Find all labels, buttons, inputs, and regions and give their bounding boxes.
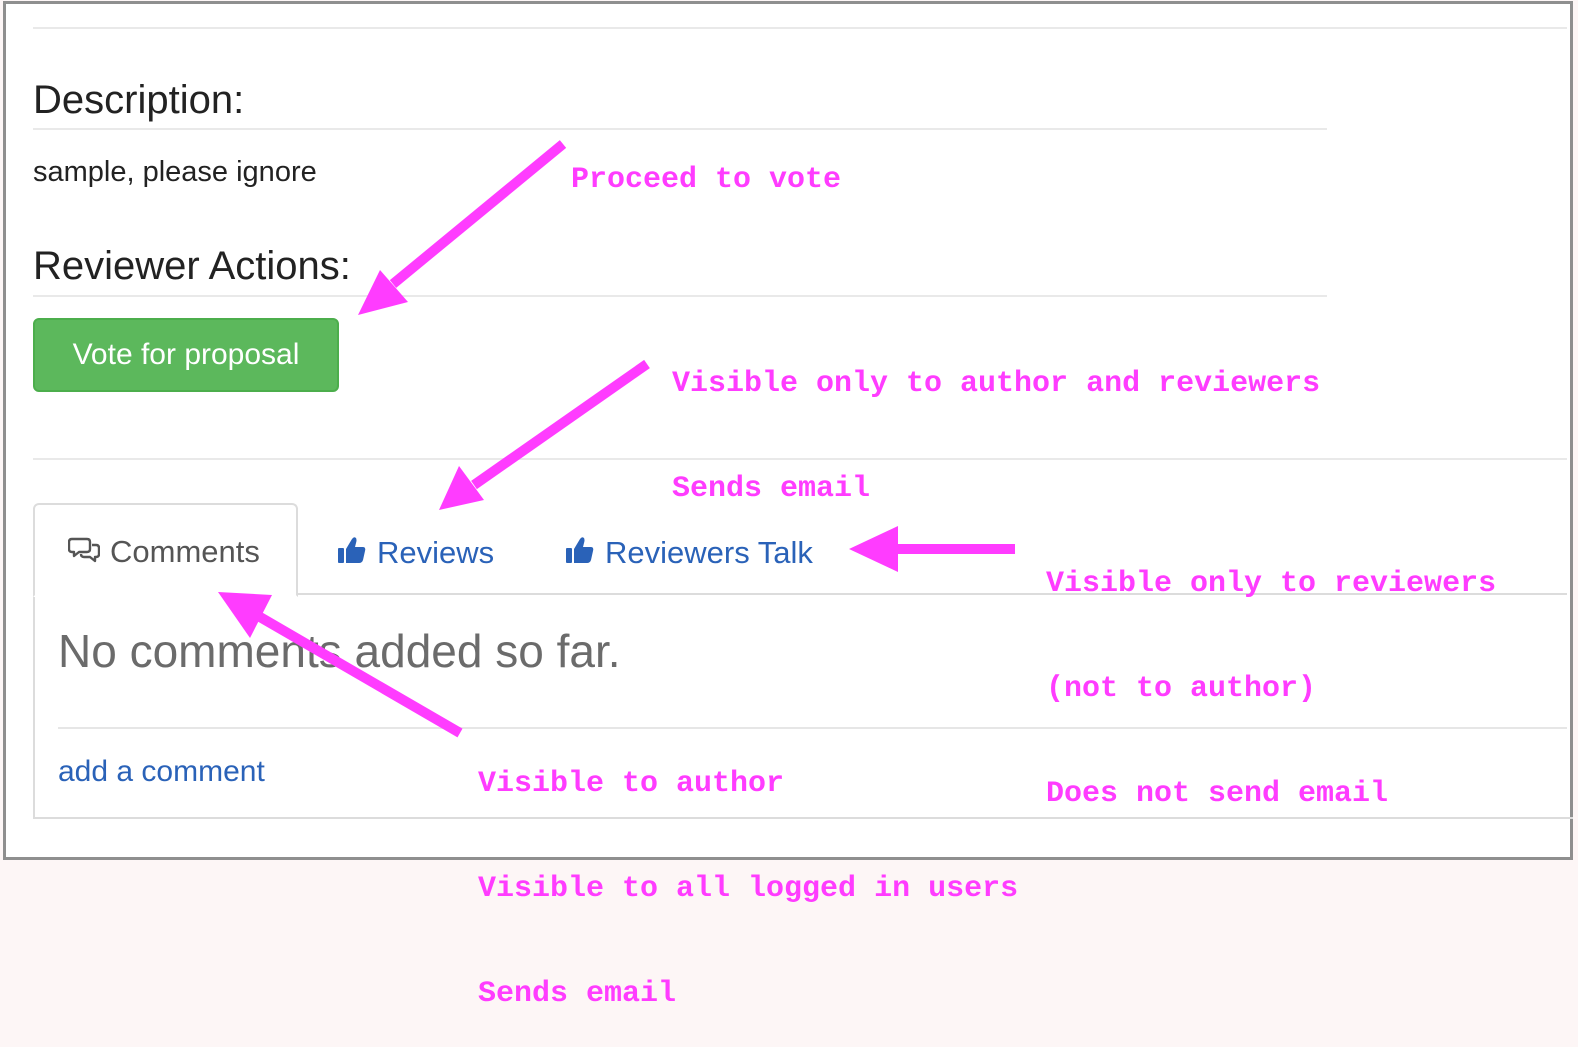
annotation-reviewers-talk: Visible only to reviewers (not to author… xyxy=(1046,497,1496,847)
description-heading: Description: xyxy=(33,78,245,122)
annotation-line: Does not send email xyxy=(1046,777,1389,811)
tab-reviews[interactable]: Reviews xyxy=(337,535,494,570)
annotation-line: Sends email xyxy=(478,977,677,1011)
annotation-line: Visible to all logged in users xyxy=(478,872,1019,906)
annotation-line: Proceed to vote xyxy=(571,163,842,197)
annotation-line: (not to author) xyxy=(1046,672,1317,706)
thumbs-up-icon xyxy=(565,535,595,570)
no-comments-message: No comments added so far. xyxy=(58,625,621,677)
comments-icon xyxy=(67,535,101,568)
tab-comments[interactable]: Comments xyxy=(67,534,260,569)
annotation-line: Visible only to reviewers xyxy=(1046,567,1497,601)
description-text: sample, please ignore xyxy=(33,156,317,188)
annotation-comments: Visible to author Visible to all logged … xyxy=(478,697,1018,1047)
top-divider xyxy=(33,27,1567,29)
vote-for-proposal-button[interactable]: Vote for proposal xyxy=(33,318,339,392)
reviewer-actions-heading: Reviewer Actions: xyxy=(33,244,351,288)
annotation-proceed: Proceed to vote xyxy=(571,93,841,233)
annotation-line: Visible to author xyxy=(478,767,785,801)
tab-comments-label: Comments xyxy=(110,534,260,569)
thumbs-up-icon xyxy=(337,535,367,570)
add-comment-link[interactable]: add a comment xyxy=(58,757,265,787)
tab-reviews-label: Reviews xyxy=(377,535,495,570)
annotation-line: Visible only to author and reviewers xyxy=(672,367,1321,401)
